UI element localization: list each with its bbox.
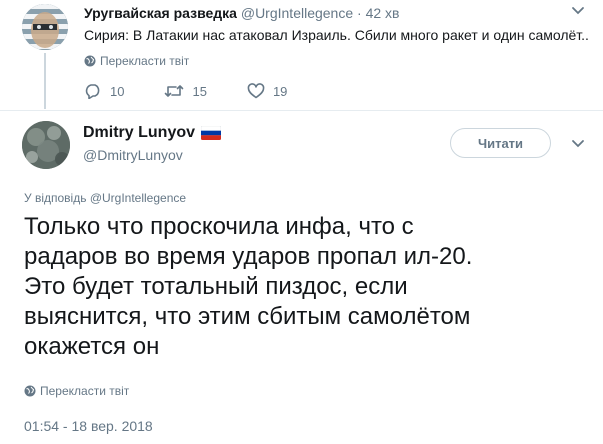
globe-icon — [84, 55, 96, 67]
globe-icon — [24, 385, 36, 397]
reply-to-handle[interactable]: @UrgIntellegence — [90, 191, 186, 205]
reply-icon — [85, 84, 100, 99]
parent-tweet-text: Сирия: В Латакии нас атаковал Израиль. С… — [84, 27, 589, 43]
main-translate-label: Перекласти твіт — [40, 384, 130, 398]
reply-action[interactable]: 10 — [84, 83, 124, 99]
follow-button[interactable]: Читати — [450, 128, 551, 158]
main-tweet-text: Только что проскочила инфа, что с радаро… — [24, 213, 473, 360]
divider — [0, 110, 603, 111]
parent-translate-link[interactable]: Перекласти твіт — [84, 54, 189, 68]
parent-time[interactable]: · 42 хв — [357, 5, 399, 21]
parent-tweet[interactable]: Уругвайская разведка @UrgIntellegence · … — [0, 0, 603, 113]
main-avatar[interactable] — [22, 121, 70, 169]
like-action[interactable]: 19 — [247, 83, 287, 99]
heart-icon — [247, 83, 265, 99]
like-count: 19 — [272, 83, 288, 99]
parent-avatar[interactable] — [22, 4, 68, 50]
chevron-down-icon — [572, 7, 584, 15]
reply-count: 10 — [110, 83, 125, 99]
retweet-count: 15 — [192, 83, 207, 99]
parent-author-handle[interactable]: @UrgIntellegence — [241, 5, 353, 21]
main-author-name-text: Dmitry Lunyov — [83, 124, 196, 141]
parent-actions: 10 15 19 — [84, 81, 327, 101]
retweet-icon — [165, 85, 184, 97]
parent-header: Уругвайская разведка @UrgIntellegence · … — [84, 5, 399, 21]
retweet-action[interactable]: 15 — [164, 83, 207, 99]
main-author-name[interactable]: Dmitry Lunyov — [83, 124, 222, 142]
thread-line — [44, 53, 46, 109]
parent-more-chevron[interactable] — [568, 3, 588, 19]
parent-translate-label: Перекласти твіт — [100, 54, 190, 68]
main-author-handle[interactable]: @DmitryLunyov — [83, 147, 183, 163]
russia-flag-icon — [201, 126, 222, 140]
tweet-timestamp[interactable]: 01:54 - 18 вер. 2018 — [24, 418, 153, 434]
reply-context: У відповідь @UrgIntellegence — [24, 191, 186, 205]
main-more-chevron[interactable] — [568, 136, 588, 152]
reply-prefix: У відповідь — [24, 191, 87, 205]
main-translate-link[interactable]: Перекласти твіт — [24, 384, 129, 398]
parent-author-name[interactable]: Уругвайская разведка — [84, 5, 237, 21]
chevron-down-icon — [572, 140, 584, 148]
